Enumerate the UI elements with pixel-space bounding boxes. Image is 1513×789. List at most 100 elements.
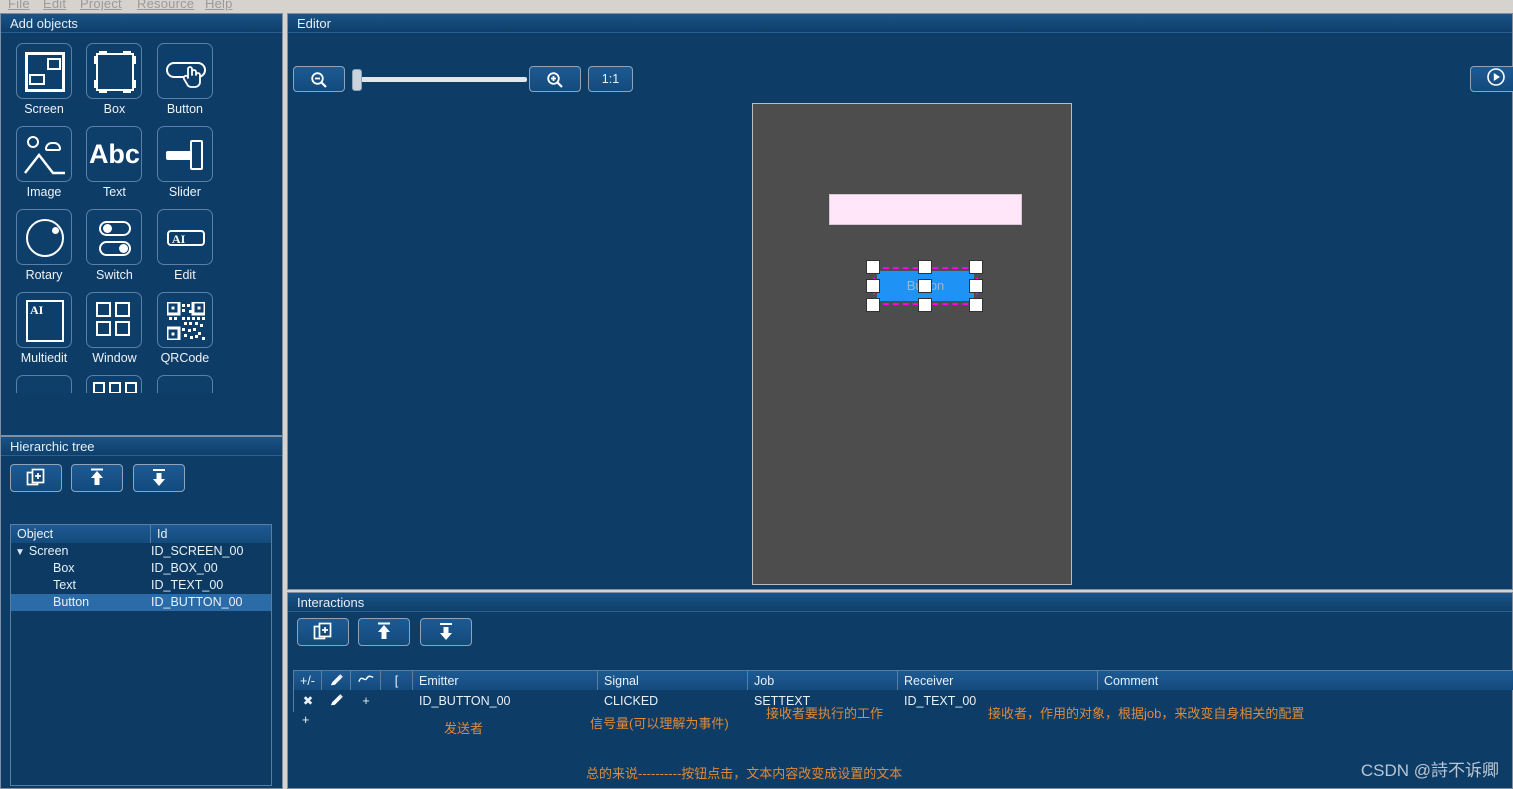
resize-handle-ne[interactable] [969, 260, 983, 274]
palette-item-partial-2[interactable] [81, 375, 147, 393]
editor-toolbar: 1:1 [288, 33, 1513, 92]
tree-row-button[interactable]: Button ID_BUTTON_00 [11, 594, 271, 611]
hierarchic-tree-title: Hierarchic tree [1, 437, 282, 456]
tree-col-object: Object [11, 525, 151, 543]
annotation-emitter: 发送者 [444, 721, 484, 736]
col-edit [322, 671, 351, 690]
tree-row-label: Box [53, 561, 75, 575]
multiedit-icon: AI [16, 292, 72, 348]
annotation-receiver: 接收者，作用的对象，根据job，来改变自身相关的配置 [988, 706, 1305, 721]
tree-row-label: Screen [28, 544, 69, 558]
annotation-summary: 总的来说----------按钮点击，文本内容改变成设置的文本 [586, 766, 903, 781]
tree-move-down-button[interactable] [132, 464, 185, 492]
row-edit-button[interactable] [322, 690, 351, 712]
tree-row-screen[interactable]: ▼ Screen ID_SCREEN_00 [11, 543, 271, 560]
menu-item-help[interactable]: Help [205, 0, 233, 11]
qrcode-icon [156, 292, 213, 348]
row-emitter-cell[interactable]: ID_BUTTON_00 [413, 690, 598, 712]
image-icon [16, 126, 72, 182]
interactions-grid-header: +/- [ Emitter Signal Job Receiver Commen… [293, 670, 1513, 690]
palette-item-rotary[interactable]: Rotary [11, 209, 77, 282]
tree-row-label: Button [53, 595, 90, 609]
partial-icon-3 [156, 375, 213, 393]
tree-move-up-button[interactable] [71, 464, 124, 492]
pencil-icon [330, 674, 343, 686]
palette-label-slider: Slider [168, 185, 201, 199]
palette-row-partial [11, 375, 282, 393]
text-icon-glyph: Abc [88, 139, 140, 169]
tree-row-box[interactable]: Box ID_BOX_00 [11, 560, 271, 577]
col-comment: Comment [1104, 674, 1159, 688]
palette-item-window[interactable]: Window [81, 292, 147, 365]
interactions-panel: Interactions +/- [Emitter Signal Job Re… [287, 592, 1513, 789]
palette-label-text: Text [102, 185, 126, 199]
interaction-duplicate-button[interactable] [297, 618, 349, 646]
row-add-condition-button[interactable]: + [351, 690, 381, 712]
editor-panel: Editor 1:1 [287, 13, 1513, 590]
palette-label-switch: Switch [96, 268, 133, 282]
interaction-move-down-button[interactable] [419, 618, 472, 646]
col-bracket: [ [381, 671, 413, 690]
zoom-slider-track[interactable] [355, 77, 527, 82]
row-delete-button[interactable]: ✖ [294, 690, 322, 712]
palette-item-multiedit[interactable]: AI Multiedit [11, 292, 77, 365]
resize-handle-n[interactable] [918, 260, 932, 274]
row-bracket-cell[interactable] [381, 690, 413, 712]
tree-grid-header: Object Id [11, 525, 271, 543]
resize-handle-e[interactable] [969, 279, 983, 293]
palette-item-box[interactable]: Box [81, 43, 147, 116]
resize-handle-sw[interactable] [866, 298, 880, 312]
expand-triangle-icon[interactable]: ▼ [15, 544, 25, 561]
col-job: Job [748, 671, 898, 690]
csdn-watermark: CSDN @詩不诉卿 [1360, 761, 1499, 780]
row-signal-cell[interactable]: CLICKED [598, 690, 748, 712]
object-palette: Screen Box Button Image Abc Text Slider … [1, 33, 282, 435]
hand-cursor-icon [182, 66, 201, 88]
move-handle-center[interactable] [918, 279, 932, 293]
pencil-icon [330, 694, 343, 706]
palette-item-switch[interactable]: Switch [81, 209, 147, 282]
menu-item-resource[interactable]: Resource [137, 0, 194, 11]
canvas-object-box[interactable] [829, 194, 1022, 225]
arrow-down-icon [439, 623, 452, 640]
hierarchic-tree-toolbar [1, 456, 282, 492]
palette-label-multiedit: Multiedit [20, 351, 68, 365]
screen-icon [16, 43, 72, 99]
box-icon [86, 43, 143, 99]
palette-label-screen: Screen [24, 102, 64, 116]
palette-item-partial-1[interactable] [11, 375, 77, 393]
duplicate-icon [26, 468, 45, 486]
interactions-toolbar [288, 612, 1512, 646]
button-icon [156, 43, 213, 99]
curve-icon [357, 675, 373, 683]
interaction-move-up-button[interactable] [358, 618, 411, 646]
annotation-signal: 信号量(可以理解为事件) [590, 716, 729, 731]
add-objects-title: Add objects [1, 14, 282, 33]
resize-handle-s[interactable] [918, 298, 932, 312]
col-plus-minus: +/- [294, 671, 322, 690]
menu-item-file[interactable]: File [8, 0, 30, 11]
palette-item-button[interactable]: Button [152, 43, 218, 116]
tree-row-text[interactable]: Text ID_TEXT_00 [11, 577, 271, 594]
slider-icon [156, 126, 213, 182]
palette-item-partial-3[interactable] [152, 375, 218, 393]
palette-item-image[interactable]: Image [11, 126, 77, 199]
partial-icon-2 [86, 375, 143, 393]
palette-item-qrcode[interactable]: QRCode [152, 292, 218, 365]
editor-canvas[interactable]: Button [288, 83, 1512, 589]
palette-item-text[interactable]: Abc Text [81, 126, 147, 199]
hierarchic-tree-grid[interactable]: Object Id ▼ Screen ID_SCREEN_00 Box ID_BO… [10, 524, 272, 786]
palette-item-edit[interactable]: AI Edit [152, 209, 218, 282]
menu-item-project[interactable]: Project [80, 0, 122, 11]
palette-item-screen[interactable]: Screen [11, 43, 77, 116]
menu-item-edit[interactable]: Edit [43, 0, 66, 11]
tree-col-id: Id [157, 527, 168, 541]
device-screen-preview[interactable]: Button [752, 103, 1072, 585]
tree-duplicate-button[interactable] [10, 464, 62, 492]
interaction-row[interactable]: ✖ + ID_BUTTON_00 CLICKED SETTEXT ID_TEXT… [293, 690, 1513, 712]
palette-item-slider[interactable]: Slider [152, 126, 218, 199]
resize-handle-se[interactable] [969, 298, 983, 312]
palette-label-button: Button [166, 102, 203, 116]
resize-handle-nw[interactable] [866, 260, 880, 274]
resize-handle-w[interactable] [866, 279, 880, 293]
